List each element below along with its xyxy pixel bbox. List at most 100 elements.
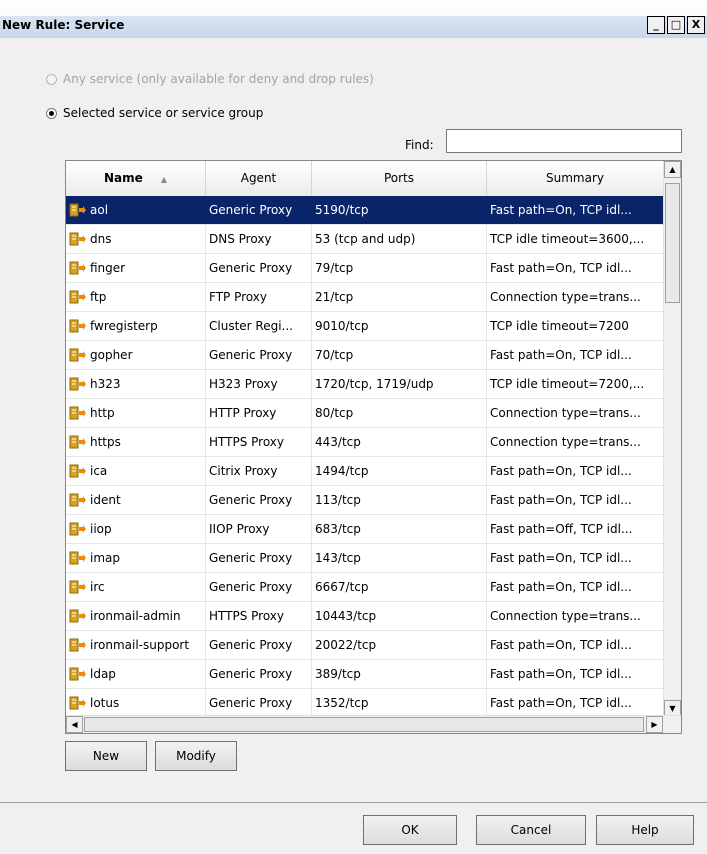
cell-agent: Generic Proxy [206,660,312,688]
cell-ports: 70/tcp [312,341,487,369]
table-row[interactable]: ironmail-support Generic Proxy 20022/tcp Fa… [66,631,664,660]
cell-ports: 5190/tcp [312,196,487,224]
cell-name: h323 [66,370,206,398]
table-row[interactable]: iiop IIOP Proxy 683/tcp Fast path=Off, TCP … [66,515,664,544]
cell-ports: 1720/tcp, 1719/udp [312,370,487,398]
cell-name: ica [66,457,206,485]
cell-name: https [66,428,206,456]
cell-name: ftp [66,283,206,311]
cell-name: lotus [66,689,206,717]
service-name: ironmail-support [90,638,190,652]
table-row[interactable]: ironmail-admin HTTPS Proxy 10443/tcp Connec… [66,602,664,631]
cell-summary: Fast path=On, TCP idl... [487,544,664,572]
help-button[interactable]: Help [596,815,694,845]
service-name: ident [90,493,121,507]
cell-ports: 389/tcp [312,660,487,688]
cell-summary: Fast path=On, TCP idl... [487,254,664,282]
table-row[interactable]: http HTTP Proxy 80/tcp Connection type=tran… [66,399,664,428]
close-button[interactable]: X [687,16,705,34]
service-icon [69,348,86,362]
table-row[interactable]: h323 H323 Proxy 1720/tcp, 1719/udp TCP idle… [66,370,664,399]
cell-ports: 20022/tcp [312,631,487,659]
column-header-agent[interactable]: Agent [206,161,312,196]
modify-button[interactable]: Modify [155,741,237,771]
ok-button[interactable]: OK [363,815,457,845]
table-row[interactable]: ica Citrix Proxy 1494/tcp Fast path=On, TCP… [66,457,664,486]
vertical-scrollbar[interactable]: ▲ ▼ [663,161,681,717]
new-button[interactable]: New [65,741,147,771]
service-name: iiop [90,522,112,536]
column-header-name[interactable]: Name ▲ [66,161,206,196]
table-row[interactable]: dns DNS Proxy 53 (tcp and udp) TCP idle tim… [66,225,664,254]
find-label: Find: [405,138,434,152]
table-row[interactable]: ident Generic Proxy 113/tcp Fast path=On, T… [66,486,664,515]
cell-agent: IIOP Proxy [206,515,312,543]
service-icon [69,464,86,478]
service-name: h323 [90,377,121,391]
cell-name: irc [66,573,206,601]
column-header-summary[interactable]: Summary [487,161,664,196]
selected-service-option[interactable]: Selected service or service group [46,106,263,120]
table-row[interactable]: imap Generic Proxy 143/tcp Fast path=On, TC… [66,544,664,573]
separator [0,802,707,803]
maximize-button[interactable]: □ [667,16,685,34]
table-row[interactable]: aol Generic Proxy 5190/tcp Fast path=On, TC… [66,196,664,225]
table-row[interactable]: lotus Generic Proxy 1352/tcp Fast path=On, … [66,689,664,718]
service-icon [69,580,86,594]
cell-summary: Connection type=trans... [487,283,664,311]
cell-summary: Fast path=On, TCP idl... [487,573,664,601]
service-icon [69,406,86,420]
scroll-up-icon[interactable]: ▲ [664,161,681,178]
any-service-radio [46,73,57,85]
table-row[interactable]: irc Generic Proxy 6667/tcp Fast path=On, TC… [66,573,664,602]
cell-name: aol [66,196,206,224]
minimize-button[interactable]: _ [647,16,665,34]
any-service-option: Any service (only available for deny and… [46,72,374,86]
cell-summary: Fast path=On, TCP idl... [487,660,664,688]
cell-ports: 683/tcp [312,515,487,543]
cell-agent: Generic Proxy [206,486,312,514]
service-name: https [90,435,121,449]
cancel-button[interactable]: Cancel [476,815,586,845]
sort-ascending-icon: ▲ [160,175,167,184]
selected-service-label[interactable]: Selected service or service group [63,106,263,120]
column-header-ports[interactable]: Ports [312,161,487,196]
cell-agent: Generic Proxy [206,544,312,572]
cell-agent: Generic Proxy [206,573,312,601]
cell-summary: Fast path=On, TCP idl... [487,689,664,717]
table-row[interactable]: finger Generic Proxy 79/tcp Fast path=On, T… [66,254,664,283]
scroll-right-icon[interactable]: ▶ [646,716,663,733]
service-icon [69,609,86,623]
service-icon [69,638,86,652]
service-name: ftp [90,290,107,304]
table-row[interactable]: ftp FTP Proxy 21/tcp Connection type=trans.… [66,283,664,312]
cell-summary: Fast path=On, TCP idl... [487,196,664,224]
cell-name: ldap [66,660,206,688]
horizontal-scroll-thumb[interactable] [84,717,644,732]
table-row[interactable]: ldap Generic Proxy 389/tcp Fast path=On, TC… [66,660,664,689]
horizontal-scrollbar[interactable]: ◀ ▶ [66,715,681,733]
service-name: lotus [90,696,120,710]
vertical-scroll-thumb[interactable] [665,183,680,303]
table-row[interactable]: fwregisterp Cluster Regi... 9010/tcp TCP id… [66,312,664,341]
cell-summary: Fast path=On, TCP idl... [487,631,664,659]
table-row[interactable]: gopher Generic Proxy 70/tcp Fast path=On, T… [66,341,664,370]
cell-summary: Connection type=trans... [487,399,664,427]
cell-agent: Generic Proxy [206,254,312,282]
service-name: http [90,406,115,420]
find-input[interactable] [446,129,682,153]
cell-ports: 80/tcp [312,399,487,427]
cell-agent: FTP Proxy [206,283,312,311]
selected-service-radio[interactable] [46,107,57,119]
cell-ports: 79/tcp [312,254,487,282]
service-icon [69,319,86,333]
service-icon [69,261,86,275]
cell-ports: 53 (tcp and udp) [312,225,487,253]
service-name: aol [90,203,109,217]
cell-ports: 1352/tcp [312,689,487,717]
cell-summary: Fast path=On, TCP idl... [487,341,664,369]
service-name: ica [90,464,108,478]
scroll-left-icon[interactable]: ◀ [66,716,83,733]
table-row[interactable]: https HTTPS Proxy 443/tcp Connection type=t… [66,428,664,457]
cell-name: ironmail-support [66,631,206,659]
